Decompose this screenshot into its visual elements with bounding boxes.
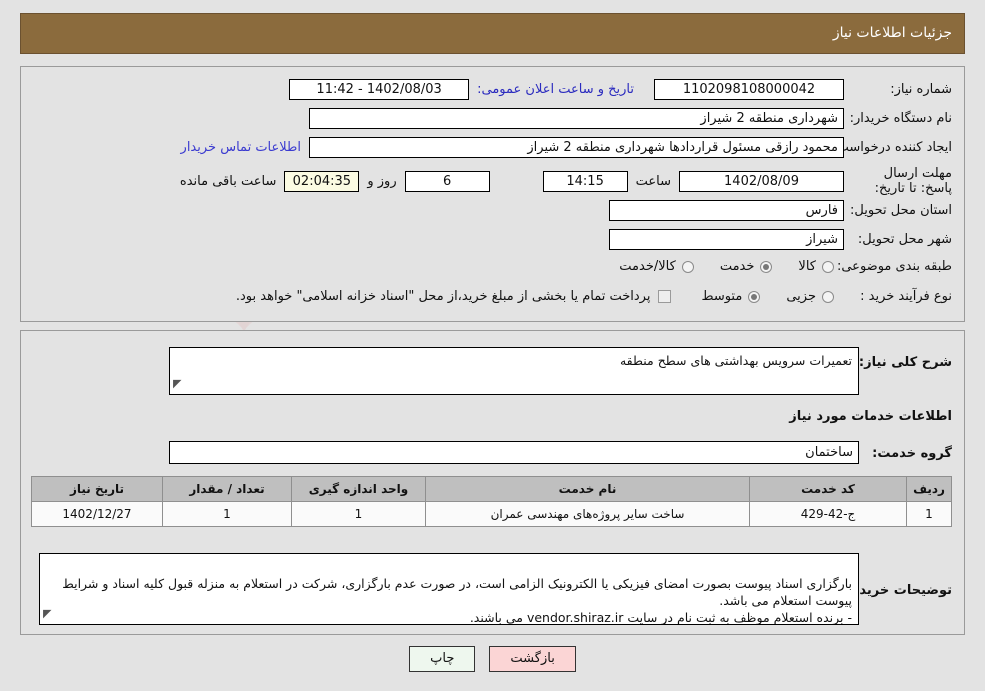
- category-option-kala-khedmat[interactable]: کالا/خدمت: [619, 259, 694, 274]
- remaining-countdown-value: 02:04:35: [284, 170, 360, 192]
- back-button[interactable]: بازگشت: [489, 646, 576, 672]
- remaining-days-value: 6: [404, 170, 490, 192]
- cell-code: ج-42-429: [749, 501, 907, 527]
- announce-datetime-row: تاریخ و ساعت اعلان عمومی: 1402/08/03 - 1…: [289, 79, 634, 100]
- need-number-label: شماره نیاز:: [890, 82, 952, 97]
- remaining-countdown-label: ساعت باقی مانده: [179, 173, 277, 189]
- col-header-name: نام خدمت: [425, 476, 750, 502]
- treasury-note-text: پرداخت تمام یا بخشی از مبلغ خرید،از محل …: [235, 289, 651, 304]
- services-table-header-row: ردیف کد خدمت نام خدمت واحد اندازه گیری ت…: [31, 476, 952, 502]
- category-row: طبقه بندی موضوعی: کالا خدمت کالا/خدمت: [619, 259, 952, 274]
- city-label: شهر محل تحویل:: [857, 232, 952, 247]
- deadline-time-value: 14:15: [542, 170, 628, 192]
- general-desc-text: تعمیرات سرویس بهداشتی های سطح منطقه: [619, 353, 852, 368]
- deadline-label: مهلت ارسال پاسخ: تا تاریخ:: [874, 166, 952, 196]
- col-header-code: کد خدمت: [749, 476, 907, 502]
- buyer-contact-link[interactable]: اطلاعات تماس خریدار: [181, 140, 301, 155]
- announce-datetime-label: تاریخ و ساعت اعلان عمومی:: [477, 82, 634, 97]
- footer-button-bar: بازگشت چاپ: [0, 646, 985, 672]
- category-radio-khedmat[interactable]: [760, 260, 773, 273]
- process-radio-motevaset[interactable]: [748, 290, 761, 303]
- table-row: 1 ج-42-429 ساخت سایر پروژه‌های مهندسی عم…: [31, 501, 952, 527]
- process-label-motevaset: متوسط: [701, 289, 743, 304]
- province-row: استان محل تحویل: فارس: [609, 200, 952, 221]
- cell-quantity: 1: [162, 501, 292, 527]
- service-group-label: گروه خدمت:: [872, 446, 952, 461]
- buyer-notes-text: بارگزاری اسناد پیوست بصورت امضای فیزیکی …: [62, 576, 852, 625]
- process-radio-jozi[interactable]: [822, 290, 834, 303]
- print-button[interactable]: چاپ: [409, 646, 476, 672]
- cell-name: ساخت سایر پروژه‌های مهندسی عمران: [425, 501, 750, 527]
- requester-label: ایجاد کننده درخواست:: [832, 140, 952, 155]
- page-header-bar: جزئیات اطلاعات نیاز: [20, 13, 965, 54]
- need-number-row: شماره نیاز: 1102098108000042: [654, 79, 952, 100]
- process-label: نوع فرآیند خرید :: [860, 289, 952, 304]
- page-title: جزئیات اطلاعات نیاز: [832, 25, 952, 41]
- category-label-kala-khedmat: کالا/خدمت: [619, 259, 676, 274]
- services-section-title: اطلاعات خدمات مورد نیاز: [789, 409, 952, 424]
- category-label-kala: کالا: [798, 259, 816, 274]
- page-root: جزئیات اطلاعات نیاز شماره نیاز: 11020981…: [0, 0, 985, 691]
- need-number-value: 1102098108000042: [654, 79, 844, 100]
- deadline-hour-label: ساعت: [635, 173, 671, 189]
- buyer-org-value: شهرداری منطقه 2 شیراز: [309, 108, 844, 129]
- deadline-row: مهلت ارسال پاسخ: تا تاریخ: 1402/08/09 سا…: [180, 166, 952, 196]
- city-value: شیراز: [609, 229, 844, 250]
- need-summary-panel: شماره نیاز: 1102098108000042 تاریخ و ساع…: [20, 66, 965, 322]
- buyer-org-label: نام دستگاه خریدار:: [849, 111, 952, 126]
- category-option-kala[interactable]: کالا: [798, 259, 834, 274]
- process-label-jozi: جزیی: [786, 289, 816, 304]
- col-header-quantity: تعداد / مقدار: [162, 476, 292, 502]
- province-value: فارس: [609, 200, 844, 221]
- col-header-radif: ردیف: [906, 476, 952, 502]
- buyer-notes-value[interactable]: بارگزاری اسناد پیوست بصورت امضای فیزیکی …: [39, 553, 859, 625]
- service-group-value: ساختمان: [169, 441, 859, 464]
- process-row: نوع فرآیند خرید : جزیی متوسط پرداخت تمام…: [236, 289, 952, 304]
- deadline-date-value: 1402/08/09: [679, 170, 844, 192]
- resize-grip-icon-notes[interactable]: ◥: [43, 605, 51, 622]
- col-header-date: تاریخ نیاز: [31, 476, 163, 502]
- general-desc-label: شرح کلی نیاز:: [858, 355, 952, 370]
- buyer-org-row: نام دستگاه خریدار: شهرداری منطقه 2 شیراز: [309, 108, 952, 129]
- category-label: طبقه بندی موضوعی:: [836, 259, 952, 274]
- cell-date: 1402/12/27: [31, 501, 163, 527]
- treasury-checkbox[interactable]: [658, 290, 672, 303]
- services-table: ردیف کد خدمت نام خدمت واحد اندازه گیری ت…: [31, 476, 952, 527]
- category-radio-kala-khedmat[interactable]: [681, 260, 694, 273]
- need-details-panel: شرح کلی نیاز: تعمیرات سرویس بهداشتی های …: [20, 330, 965, 635]
- general-desc-value[interactable]: تعمیرات سرویس بهداشتی های سطح منطقه ◥: [169, 347, 859, 395]
- process-option-jozi[interactable]: جزیی: [786, 289, 834, 304]
- cell-unit: 1: [291, 501, 426, 527]
- category-option-khedmat[interactable]: خدمت: [720, 259, 773, 274]
- cell-radif: 1: [906, 501, 952, 527]
- remaining-days-label: روز و: [367, 173, 397, 189]
- process-option-motevaset[interactable]: متوسط: [701, 289, 761, 304]
- category-label-khedmat: خدمت: [719, 259, 755, 274]
- city-row: شهر محل تحویل: شیراز: [609, 229, 952, 250]
- col-header-unit: واحد اندازه گیری: [291, 476, 426, 502]
- announce-datetime-value: 1402/08/03 - 11:42: [289, 79, 470, 100]
- category-radio-kala[interactable]: [822, 260, 834, 273]
- resize-grip-icon[interactable]: ◥: [173, 375, 181, 392]
- province-label: استان محل تحویل:: [850, 203, 952, 218]
- requester-row: ایجاد کننده درخواست: محمود رازقی مسئول ق…: [181, 137, 952, 158]
- requester-value: محمود رازقی مسئول قراردادها شهرداری منطق…: [309, 137, 844, 158]
